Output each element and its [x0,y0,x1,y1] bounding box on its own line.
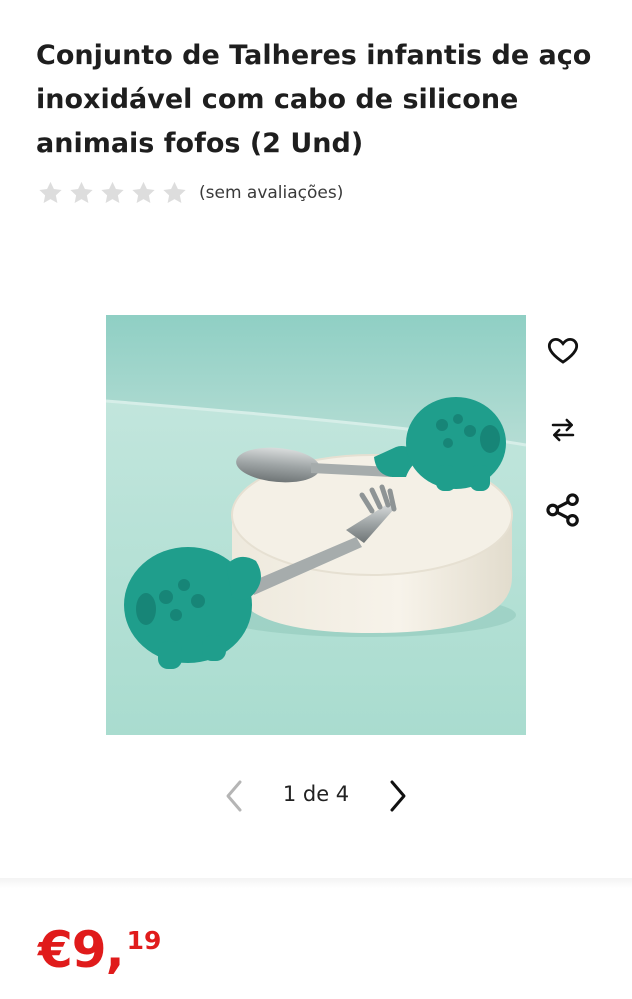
compare-button[interactable] [538,405,588,455]
rating-text: (sem avaliações) [199,183,344,203]
price-main: €9, [38,921,125,979]
star-empty-icon [132,181,155,204]
product-price: €9, 19 [38,920,161,980]
wishlist-button[interactable] [538,325,588,375]
price-cents: 19 [126,926,162,955]
image-pager: 1 de 4 [0,768,632,824]
star-empty-icon [39,181,62,204]
chevron-left-icon [226,780,242,812]
pager-prev-button[interactable] [214,776,254,816]
star-empty-icon [163,181,186,204]
rating[interactable]: (sem avaliações) [36,178,343,208]
product-photo-illustration [106,315,526,735]
chevron-right-icon [390,780,406,812]
product-title: Conjunto de Talheres infantis de aço ino… [36,40,592,159]
share-icon [546,493,579,527]
pager-counter: 1 de 4 [282,782,350,806]
share-button[interactable] [538,485,588,535]
section-divider [0,878,632,888]
heart-icon [547,337,579,364]
star-empty-icon [70,181,93,204]
star-empty-icon [101,181,124,204]
compare-arrows-icon [551,418,575,442]
product-image[interactable] [106,315,526,735]
pager-next-button[interactable] [378,776,418,816]
rating-stars [36,179,189,207]
